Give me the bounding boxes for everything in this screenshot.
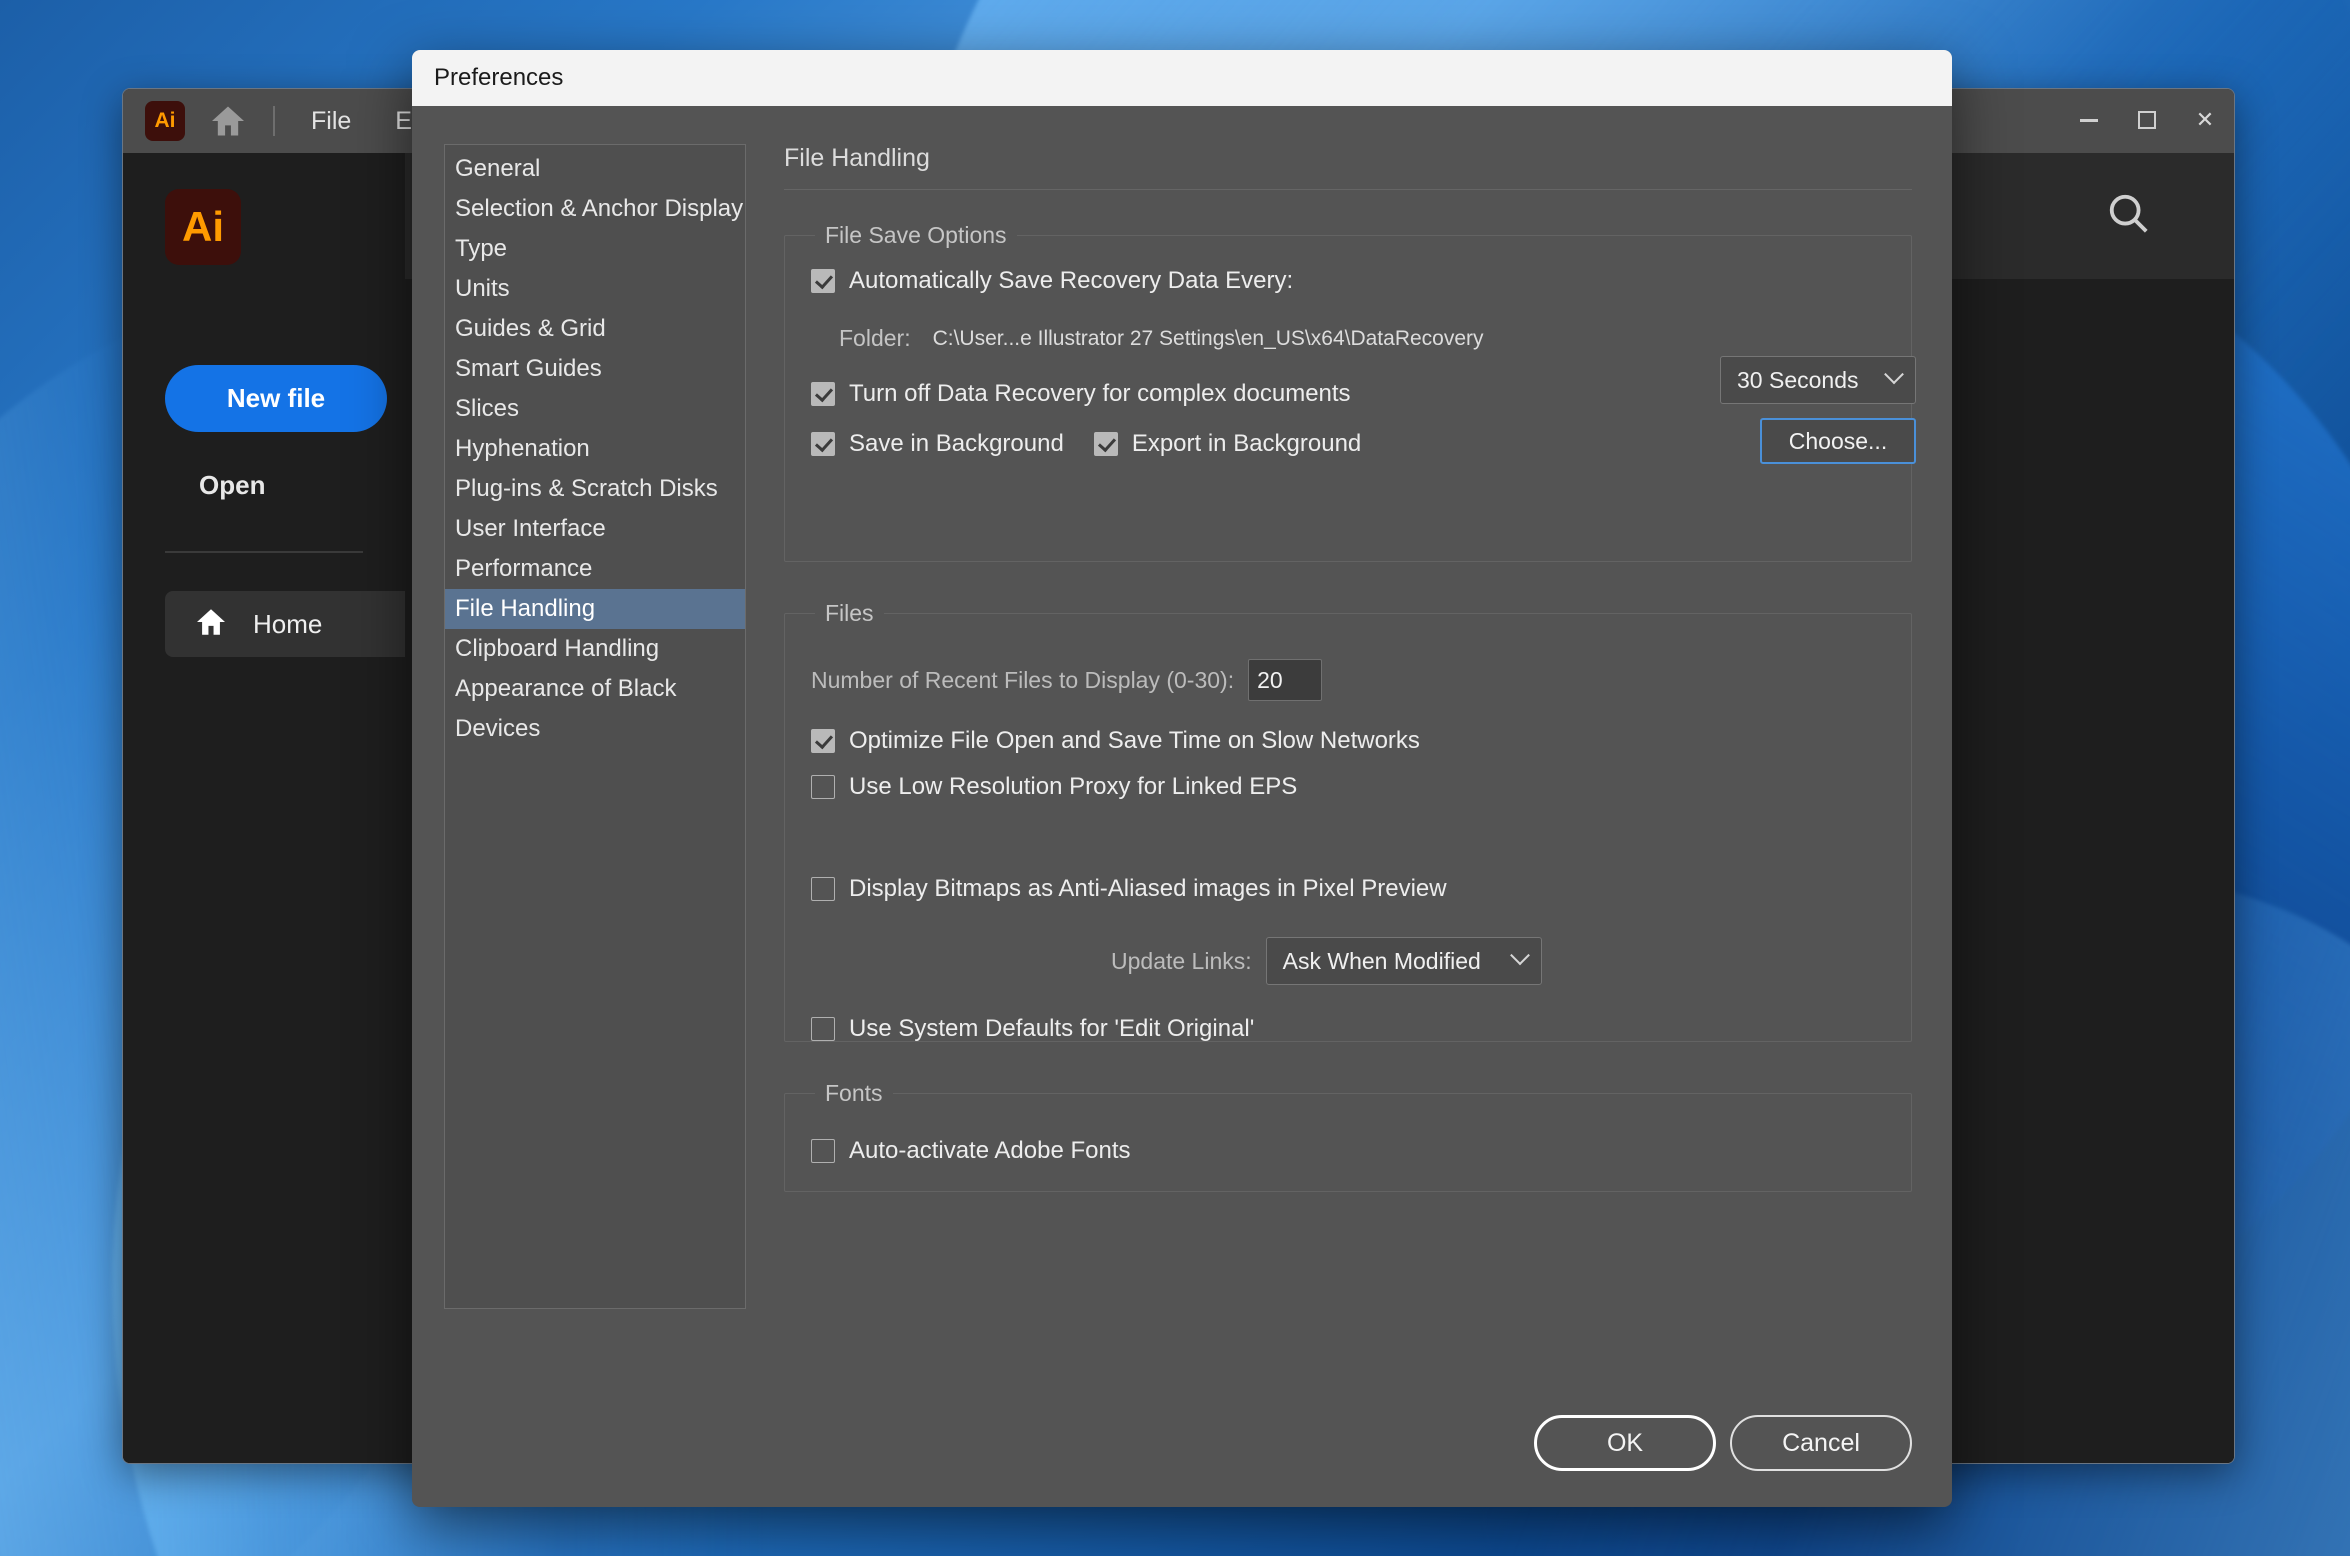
chevron-down-icon [1510, 945, 1530, 965]
dialog-title: Preferences [434, 64, 563, 92]
low-res-proxy-row[interactable]: Use Low Resolution Proxy for Linked EPS [811, 773, 1885, 801]
home-icon [195, 608, 227, 641]
display-bitmaps-checkbox[interactable] [811, 877, 835, 901]
auto-save-checkbox[interactable] [811, 269, 835, 293]
close-icon: ✕ [2196, 107, 2214, 133]
low-res-proxy-checkbox[interactable] [811, 775, 835, 799]
sidebar-item-home[interactable]: Home [165, 591, 413, 657]
home-icon[interactable] [209, 105, 247, 137]
display-bitmaps-label: Display Bitmaps as Anti-Aliased images i… [849, 875, 1447, 903]
auto-activate-fonts-label: Auto-activate Adobe Fonts [849, 1137, 1131, 1165]
recent-files-label: Number of Recent Files to Display (0-30)… [811, 667, 1234, 694]
preferences-dialog: Preferences General Selection & Anchor D… [412, 50, 1952, 1507]
display-bitmaps-row[interactable]: Display Bitmaps as Anti-Aliased images i… [811, 875, 1885, 903]
category-item-type[interactable]: Type [445, 229, 745, 269]
category-item-clipboard-handling[interactable]: Clipboard Handling [445, 629, 745, 669]
category-item-performance[interactable]: Performance [445, 549, 745, 589]
low-res-proxy-label: Use Low Resolution Proxy for Linked EPS [849, 773, 1297, 801]
choose-folder-button[interactable]: Choose... [1760, 418, 1916, 464]
recent-files-input[interactable]: 20 [1248, 659, 1322, 701]
auto-activate-fonts-row[interactable]: Auto-activate Adobe Fonts [811, 1137, 1885, 1165]
home-sidebar: Ai New file Open Home [123, 153, 405, 1463]
background-options-row: Save in Background Export in Background [811, 430, 1885, 458]
update-links-value: Ask When Modified [1283, 948, 1481, 975]
optimize-row[interactable]: Optimize File Open and Save Time on Slow… [811, 727, 1885, 755]
recent-files-row: Number of Recent Files to Display (0-30)… [811, 659, 1885, 701]
sidebar-item-label: Home [253, 609, 322, 640]
category-item-plugins-scratch-disks[interactable]: Plug-ins & Scratch Disks [445, 469, 745, 509]
sidebar-divider [165, 551, 363, 553]
group-files: Files Number of Recent Files to Display … [784, 600, 1912, 1042]
group-fonts: Fonts Auto-activate Adobe Fonts [784, 1080, 1912, 1192]
dialog-footer: OK Cancel [1534, 1415, 1912, 1471]
category-item-selection-anchor-display[interactable]: Selection & Anchor Display [445, 189, 745, 229]
folder-row: Folder: C:\User...e Illustrator 27 Setti… [811, 325, 1885, 352]
new-file-button[interactable]: New file [165, 365, 387, 432]
category-item-devices[interactable]: Devices [445, 709, 745, 749]
auto-save-row[interactable]: Automatically Save Recovery Data Every: [811, 267, 1885, 295]
category-item-file-handling[interactable]: File Handling [445, 589, 745, 629]
category-item-general[interactable]: General [445, 149, 745, 189]
app-logo-icon: Ai [145, 101, 185, 141]
auto-save-interval-value: 30 Seconds [1737, 367, 1858, 394]
export-in-background-label: Export in Background [1132, 430, 1361, 458]
open-button[interactable]: Open [199, 470, 405, 501]
sidebar-app-logo-icon: Ai [165, 189, 241, 265]
dialog-titlebar[interactable]: Preferences [412, 50, 1952, 106]
export-in-background-checkbox[interactable] [1094, 432, 1118, 456]
system-defaults-label: Use System Defaults for 'Edit Original' [849, 1015, 1254, 1043]
category-item-user-interface[interactable]: User Interface [445, 509, 745, 549]
update-links-select[interactable]: Ask When Modified [1266, 937, 1542, 985]
ok-button[interactable]: OK [1534, 1415, 1716, 1471]
menubar-separator [273, 106, 275, 136]
turn-off-recovery-label: Turn off Data Recovery for complex docum… [849, 380, 1351, 408]
category-item-smart-guides[interactable]: Smart Guides [445, 349, 745, 389]
menu-file[interactable]: File [311, 107, 351, 136]
category-item-units[interactable]: Units [445, 269, 745, 309]
auto-save-interval-select[interactable]: 30 Seconds [1720, 356, 1916, 404]
group-legend-files: Files [815, 600, 884, 627]
update-links-label: Update Links: [1111, 948, 1252, 975]
category-item-slices[interactable]: Slices [445, 389, 745, 429]
folder-path-value: C:\User...e Illustrator 27 Settings\en_U… [933, 327, 1484, 351]
minimize-icon [2080, 119, 2098, 122]
save-in-background-label: Save in Background [849, 430, 1064, 458]
desktop-background: ✕ Ai File Edit Ai New file Open [0, 0, 2350, 1556]
category-item-hyphenation[interactable]: Hyphenation [445, 429, 745, 469]
system-defaults-checkbox[interactable] [811, 1017, 835, 1041]
turn-off-recovery-checkbox[interactable] [811, 382, 835, 406]
category-item-appearance-of-black[interactable]: Appearance of Black [445, 669, 745, 709]
chevron-down-icon [1884, 364, 1904, 384]
system-defaults-row[interactable]: Use System Defaults for 'Edit Original' [811, 1015, 1885, 1043]
optimize-label: Optimize File Open and Save Time on Slow… [849, 727, 1420, 755]
auto-save-label: Automatically Save Recovery Data Every: [849, 267, 1293, 295]
cancel-button[interactable]: Cancel [1730, 1415, 1912, 1471]
group-legend-file-save-options: File Save Options [815, 222, 1017, 249]
settings-pane: File Handling File Save Options Automati… [784, 144, 1916, 1507]
search-icon[interactable] [2106, 191, 2152, 242]
maximize-button[interactable] [2118, 89, 2176, 151]
maximize-icon [2138, 111, 2156, 129]
category-item-guides-grid[interactable]: Guides & Grid [445, 309, 745, 349]
update-links-row: Update Links: Ask When Modified [811, 937, 1885, 985]
pane-title: File Handling [784, 144, 1912, 190]
optimize-checkbox[interactable] [811, 729, 835, 753]
close-button[interactable]: ✕ [2176, 89, 2234, 151]
window-controls: ✕ [2060, 89, 2234, 151]
minimize-button[interactable] [2060, 89, 2118, 151]
category-list[interactable]: General Selection & Anchor Display Type … [444, 144, 746, 1309]
dialog-content: General Selection & Anchor Display Type … [412, 106, 1952, 1507]
save-in-background-checkbox[interactable] [811, 432, 835, 456]
folder-label: Folder: [839, 325, 911, 352]
auto-activate-fonts-checkbox[interactable] [811, 1139, 835, 1163]
group-legend-fonts: Fonts [815, 1080, 893, 1107]
